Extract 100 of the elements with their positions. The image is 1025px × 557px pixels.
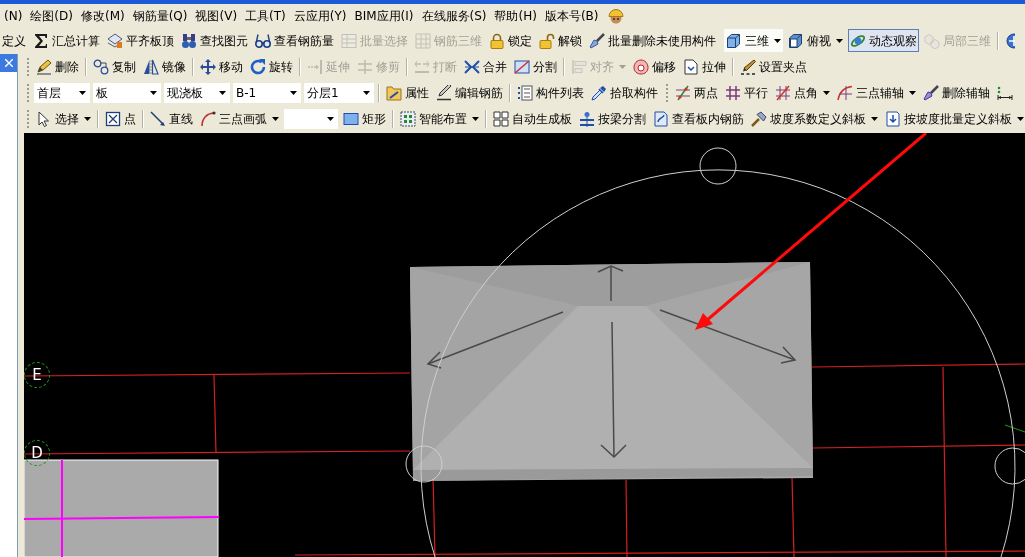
toolbar-button[interactable]: 点角 — [773, 81, 832, 105]
split-rectangle-icon — [514, 59, 530, 75]
toolbar-button[interactable]: 选择 — [34, 107, 93, 131]
caret-icon — [909, 91, 916, 95]
orbit-handle[interactable] — [405, 445, 443, 483]
toolbar-button[interactable]: 俯视 — [786, 29, 845, 52]
menu-item[interactable]: 云应用(Y) — [289, 5, 351, 26]
align-left-icon — [571, 59, 587, 75]
toolbar-button[interactable]: 点 — [103, 107, 138, 131]
diagonal-line-icon — [150, 111, 166, 127]
menu-item[interactable]: 修改(M) — [76, 5, 129, 26]
orbit-handle[interactable] — [994, 447, 1025, 485]
dropdown[interactable]: 板 — [93, 83, 161, 103]
toolbar-button[interactable]: 复制 — [91, 55, 138, 79]
menu-item[interactable]: 帮助(H) — [490, 5, 541, 26]
dropdown[interactable]: 现浇板 — [164, 83, 230, 103]
binoculars-icon — [181, 32, 197, 49]
mirror-icon — [143, 59, 159, 75]
toolbar-button[interactable]: 平齐板顶 — [105, 29, 176, 52]
toolbar-button[interactable]: 汇总计算 — [31, 29, 102, 52]
caret-icon — [1017, 117, 1024, 121]
toolbar-button[interactable]: 自动生成板 — [491, 107, 574, 131]
toolbar-button[interactable]: 属性 — [384, 81, 431, 105]
toolbar-button[interactable]: 智能布置 — [398, 107, 481, 131]
helmet-icon[interactable] — [608, 7, 625, 24]
toolbar-button[interactable]: 拉伸 — [681, 55, 728, 79]
toolbar-button[interactable]: 构件列表 — [515, 81, 586, 105]
pencil-icon — [436, 85, 452, 101]
toolbar-button[interactable]: 偏移 — [631, 55, 678, 79]
toolbar-button[interactable]: 分割 — [512, 55, 559, 79]
toolbar-button[interactable]: 批量删除未使用构件 — [587, 29, 718, 52]
toolbar-button[interactable]: 删除辅轴 — [921, 81, 992, 105]
caret-icon — [823, 91, 830, 95]
toolbar-button[interactable]: 设置夹点 — [738, 55, 809, 79]
toolbar-button[interactable]: 三点画弧 — [198, 107, 281, 131]
toolbar-button[interactable]: 矩形 — [341, 107, 388, 131]
caret-icon — [150, 91, 157, 95]
toolbar-button[interactable]: 查找图元 — [179, 29, 250, 52]
caret-icon — [290, 91, 297, 95]
caret-icon — [363, 91, 370, 95]
cursor-icon — [36, 111, 52, 127]
menu-item[interactable]: BIM应用(I) — [350, 5, 418, 26]
document-down-arrow-icon — [885, 111, 901, 127]
toolbar-button[interactable]: 锁定 — [487, 29, 534, 52]
menu-item[interactable]: 在线服务(S) — [417, 5, 491, 26]
toolbar-button[interactable]: 动态观察 — [848, 29, 919, 52]
menu-item[interactable]: 绘图(D) — [26, 5, 77, 26]
orbit-icon — [850, 32, 866, 49]
brush-icon — [923, 85, 939, 101]
caret-icon — [79, 91, 86, 95]
toolbar-button[interactable]: 按梁分割 — [577, 107, 648, 131]
toolbar-button[interactable]: 查看钢筋量 — [253, 29, 336, 52]
drawing-canvas[interactable]: E D — [24, 133, 1025, 557]
orbit-handle[interactable] — [699, 147, 737, 185]
rotate-icon — [250, 59, 266, 75]
toolbar-button[interactable]: 编辑钢筋 — [434, 81, 505, 105]
layers-icon — [107, 32, 123, 49]
concentric-rings-icon — [633, 59, 649, 75]
move-arrows-icon — [200, 59, 216, 75]
break-icon — [414, 59, 430, 75]
toolbar-button[interactable]: 查看板内钢筋 — [651, 107, 746, 131]
dropdown[interactable]: 分层1 — [304, 83, 374, 103]
toolbar-button[interactable]: 合并 — [462, 55, 509, 79]
glasses-icon — [255, 32, 271, 49]
merge-icon — [464, 59, 480, 75]
four-squares-icon — [493, 111, 509, 127]
toolbar-button[interactable]: 旋转 — [248, 55, 295, 79]
toolbar-button[interactable]: 坡度系数定义斜板 — [749, 107, 880, 131]
caret-icon — [272, 117, 279, 121]
caret-icon — [472, 117, 479, 121]
list-icon — [517, 85, 533, 101]
toolbar-button[interactable]: 解锁 — [537, 29, 584, 52]
menu-item[interactable]: 钢筋量(Q) — [128, 5, 192, 26]
trim-icon — [357, 59, 373, 75]
toolbar-button[interactable]: 直线 — [148, 107, 195, 131]
hash-slash-icon — [775, 85, 791, 101]
folder-icon — [386, 85, 402, 101]
toolbar-button[interactable]: 三点辅轴 — [835, 81, 918, 105]
toolbar-button[interactable]: 删除 — [34, 55, 81, 79]
dropdown[interactable]: 首层 — [34, 83, 90, 103]
caret-icon — [619, 65, 626, 69]
menu-item[interactable]: 工具(T) — [241, 5, 290, 26]
toolbar-button[interactable]: 定义 — [0, 29, 28, 52]
dropdown[interactable]: B-1 — [233, 83, 301, 103]
caret-icon — [219, 91, 226, 95]
toolbar-button[interactable]: 三维 — [724, 29, 783, 52]
menu-item[interactable]: 视图(V) — [191, 5, 242, 26]
menu-item[interactable]: 版本号(B) — [540, 5, 603, 26]
toolbar-button[interactable]: 按坡度批量定义斜板 — [883, 107, 1025, 131]
menu-item[interactable]: (N) — [0, 5, 27, 26]
hash-icon — [725, 85, 741, 101]
grid-icon — [415, 32, 431, 49]
toolbar-button[interactable]: 镜像 — [141, 55, 188, 79]
close-button[interactable] — [0, 54, 17, 72]
circle-lines-icon — [579, 111, 595, 127]
toolbar-button[interactable]: 平行 — [723, 81, 770, 105]
toolbar-button[interactable]: 两点 — [673, 81, 720, 105]
toolbar-button[interactable]: 拾取构件 — [589, 81, 660, 105]
close-icon — [4, 59, 13, 67]
toolbar-button[interactable]: 移动 — [198, 55, 245, 79]
